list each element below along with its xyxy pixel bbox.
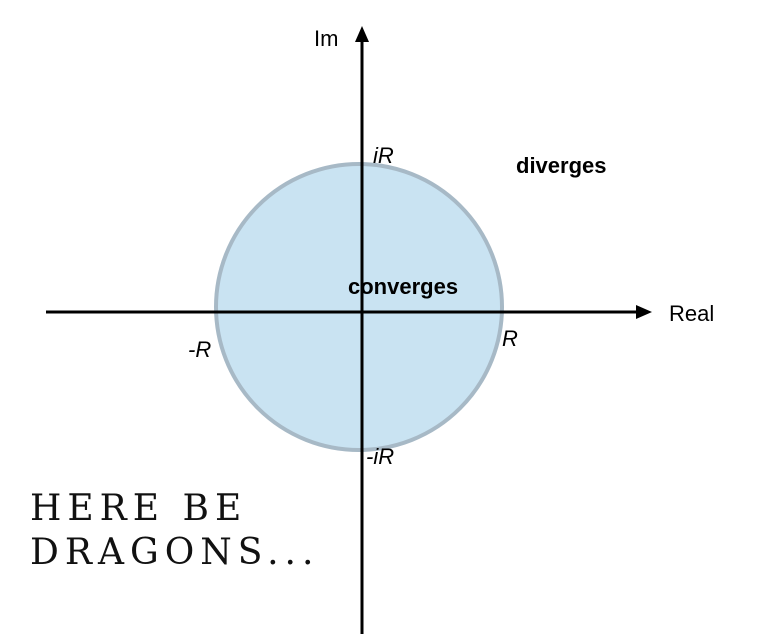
convergence-disk	[214, 162, 504, 452]
pos-real-label: R	[502, 326, 518, 351]
dragons-caption-line2: DRAGONS...	[30, 532, 319, 573]
dragons-caption-line1: HERE BE	[30, 488, 247, 529]
imaginary-axis-label: Im	[314, 26, 338, 51]
pos-imag-label: iR	[373, 143, 394, 168]
converges-label: converges	[348, 274, 458, 299]
real-axis-arrowhead	[636, 305, 652, 319]
real-axis-label: Real	[669, 301, 714, 326]
convergence-diagram: Real Im iR -iR R -R converges diverges H…	[30, 26, 714, 634]
neg-real-label: -R	[188, 337, 211, 362]
diverges-label: diverges	[516, 153, 607, 178]
neg-imag-label: -iR	[366, 444, 394, 469]
imaginary-axis-arrowhead	[355, 26, 369, 42]
